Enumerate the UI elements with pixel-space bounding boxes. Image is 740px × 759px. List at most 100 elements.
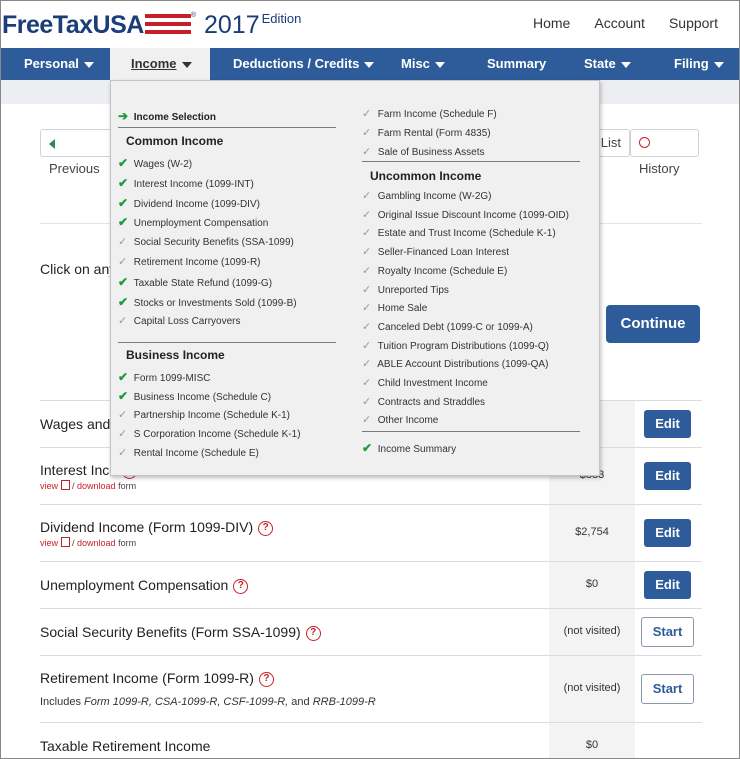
check-outline-icon: ✓ xyxy=(362,126,372,139)
menu-item-form-1099-misc[interactable]: ✔ Form 1099-MISC xyxy=(118,370,210,384)
menu-item-partnership-income-schedule-k-1[interactable]: ✓ Partnership Income (Schedule K-1) xyxy=(118,408,290,421)
help-icon[interactable]: ? xyxy=(233,578,249,594)
menu-item-unreported-tips[interactable]: ✓ Unreported Tips xyxy=(362,283,449,296)
menu-item-able-account-distributions-1099-qa[interactable]: ✓ ABLE Account Distributions (1099-QA) xyxy=(362,357,548,370)
menu-item-original-issue-discount-income-1099-oid[interactable]: ✓ Original Issue Discount Income (1099-O… xyxy=(362,208,569,221)
nav-summary[interactable]: Summary xyxy=(487,48,546,80)
continue-button[interactable]: Continue xyxy=(606,305,700,343)
menu-item-sale-of-business-assets[interactable]: ✓ Sale of Business Assets xyxy=(362,145,485,158)
check-outline-icon: ✓ xyxy=(362,264,372,277)
menu-item-estate-and-trust-income-schedule-k-1[interactable]: ✓ Estate and Trust Income (Schedule K-1) xyxy=(362,226,556,239)
download-link[interactable]: download xyxy=(77,481,116,491)
check-outline-icon: ✓ xyxy=(362,377,372,389)
previous-button[interactable]: Previous xyxy=(40,129,120,176)
start-social-security-button[interactable]: Start xyxy=(641,617,694,647)
menu-item-income-selection[interactable]: ➔ Income Selection xyxy=(118,109,216,123)
check-icon: ✔ xyxy=(118,294,129,309)
menu-item-royalty-income-schedule-e[interactable]: ✓ Royalty Income (Schedule E) xyxy=(362,264,507,277)
menu-item-capital-loss-carryovers[interactable]: ✓ Capital Loss Carryovers xyxy=(118,314,241,327)
help-icon[interactable]: ? xyxy=(305,625,321,641)
row-amount-unemployment: $0 xyxy=(585,578,599,590)
check-outline-icon: ✓ xyxy=(118,256,128,268)
view-link[interactable]: view xyxy=(40,538,58,548)
menu-item-interest-income-1099-int[interactable]: ✔ Interest Income (1099-INT) xyxy=(118,176,254,190)
menu-item-taxable-state-refund-1099-g[interactable]: ✔ Taxable State Refund (1099-G) xyxy=(118,275,272,289)
check-outline-icon: ✓ xyxy=(362,145,372,158)
nav-misc[interactable]: Misc xyxy=(401,48,445,80)
menu-item-income-summary[interactable]: ✔ Income Summary xyxy=(362,441,456,455)
menu-item-retirement-income-1099-r[interactable]: ✓ Retirement Income (1099-R) xyxy=(118,255,261,268)
menu-divider xyxy=(118,342,336,343)
menu-item-contracts-and-straddles[interactable]: ✓ Contracts and Straddles xyxy=(362,395,485,408)
check-outline-icon: ✓ xyxy=(118,428,128,440)
help-icon[interactable]: ? xyxy=(258,520,274,536)
menu-divider xyxy=(362,161,580,162)
nav-filing[interactable]: Filing xyxy=(674,48,724,80)
check-outline-icon: ✓ xyxy=(362,246,372,259)
menu-item-s-corporation-income-schedule-k-1[interactable]: ✓ S Corporation Income (Schedule K-1) xyxy=(118,427,301,440)
check-outline-icon: ✓ xyxy=(362,358,372,371)
nav-deductions-credits[interactable]: Deductions / Credits xyxy=(233,48,375,80)
menu-item-child-investment-income[interactable]: ✓ Child Investment Income xyxy=(362,376,488,389)
download-link[interactable]: download xyxy=(77,538,116,548)
dividend-form-links: view / download form xyxy=(40,537,137,548)
edit-unemployment-button[interactable]: Edit xyxy=(644,571,691,599)
help-icon[interactable]: ? xyxy=(258,671,274,687)
menu-divider xyxy=(362,431,580,432)
menu-item-tuition-program-distributions-1099-q[interactable]: ✓ Tuition Program Distributions (1099-Q) xyxy=(362,339,549,352)
caret-down-icon xyxy=(713,61,724,68)
row-amount-retirement: (not visited) xyxy=(563,682,621,694)
edit-dividend-button[interactable]: Edit xyxy=(644,519,691,547)
check-outline-icon: ✓ xyxy=(362,302,372,315)
main-nav: Personal Income Deductions / Credits Mis… xyxy=(0,48,740,80)
menu-item-wages-w-2[interactable]: ✔ Wages (W-2) xyxy=(118,156,192,170)
row-divider xyxy=(40,655,702,656)
pdf-icon xyxy=(61,480,71,490)
menu-item-social-security-benefits-ssa-1099[interactable]: ✓ Social Security Benefits (SSA-1099) xyxy=(118,235,294,248)
support-link[interactable]: Support xyxy=(669,15,718,31)
edit-wages-button[interactable]: Edit xyxy=(644,410,691,438)
row-label-unemployment: Unemployment Compensation? xyxy=(40,577,249,594)
menu-item-canceled-debt-1099-c-or-1099-a[interactable]: ✓ Canceled Debt (1099-C or 1099-A) xyxy=(362,320,533,333)
account-link[interactable]: Account xyxy=(594,15,645,31)
row-divider xyxy=(40,608,702,609)
home-link[interactable]: Home xyxy=(533,15,570,31)
caret-down-icon xyxy=(83,61,94,68)
menu-item-stocks-or-investments-sold-1099-b[interactable]: ✔ Stocks or Investments Sold (1099-B) xyxy=(118,295,297,309)
menu-item-dividend-income-1099-div[interactable]: ✔ Dividend Income (1099-DIV) xyxy=(118,196,260,210)
row-label-retirement: Retirement Income (Form 1099-R)? xyxy=(40,670,274,687)
freetaxusa-logo[interactable]: FreeTaxUSA ® 2017 Edition xyxy=(2,10,301,40)
logo-text: FreeTaxUSA xyxy=(2,11,144,39)
check-icon: ✔ xyxy=(118,156,129,170)
menu-item-unemployment-compensation[interactable]: ✔ Unemployment Compensation xyxy=(118,215,268,229)
header: FreeTaxUSA ® 2017 Edition Home Account S… xyxy=(0,0,740,48)
menu-item-home-sale[interactable]: ✓ Home Sale xyxy=(362,301,427,314)
logo-year: 2017 xyxy=(204,11,260,39)
caret-down-icon xyxy=(620,61,631,68)
edit-interest-button[interactable]: Edit xyxy=(644,462,691,490)
check-icon: ✔ xyxy=(362,441,373,455)
nav-state[interactable]: State xyxy=(584,48,631,80)
history-button[interactable]: History xyxy=(630,129,699,176)
menu-item-seller-financed-loan-interest[interactable]: ✓ Seller-Financed Loan Interest xyxy=(362,245,509,258)
pdf-icon xyxy=(61,537,71,547)
check-outline-icon: ✓ xyxy=(362,208,372,221)
menu-item-gambling-income-w-2g[interactable]: ✓ Gambling Income (W-2G) xyxy=(362,189,492,202)
row-label-taxable-retirement: Taxable Retirement Income xyxy=(40,738,211,754)
menu-item-business-income-schedule-c[interactable]: ✔ Business Income (Schedule C) xyxy=(118,389,271,403)
check-outline-icon: ✓ xyxy=(362,395,372,408)
business-income-heading: Business Income xyxy=(126,348,225,362)
retirement-note: Includes Form 1099-R, CSA-1099-R, CSF-10… xyxy=(40,696,376,708)
intro-text: Click on any xyxy=(40,261,117,277)
menu-item-other-income[interactable]: ✓ Other Income xyxy=(362,413,438,426)
menu-item-farm-rental-form-4835[interactable]: ✓ Farm Rental (Form 4835) xyxy=(362,126,491,139)
view-link[interactable]: view xyxy=(40,481,58,491)
menu-item-rental-income-schedule-e[interactable]: ✓ Rental Income (Schedule E) xyxy=(118,446,259,459)
check-outline-icon: ✓ xyxy=(362,227,372,240)
check-outline-icon: ✓ xyxy=(362,108,372,120)
nav-personal[interactable]: Personal xyxy=(24,48,94,80)
menu-item-farm-income-schedule-f[interactable]: ✓ Farm Income (Schedule F) xyxy=(362,107,497,120)
start-retirement-button[interactable]: Start xyxy=(641,674,694,704)
row-label-dividend: Dividend Income (Form 1099-DIV)? xyxy=(40,519,274,536)
nav-income[interactable]: Income xyxy=(110,48,210,80)
